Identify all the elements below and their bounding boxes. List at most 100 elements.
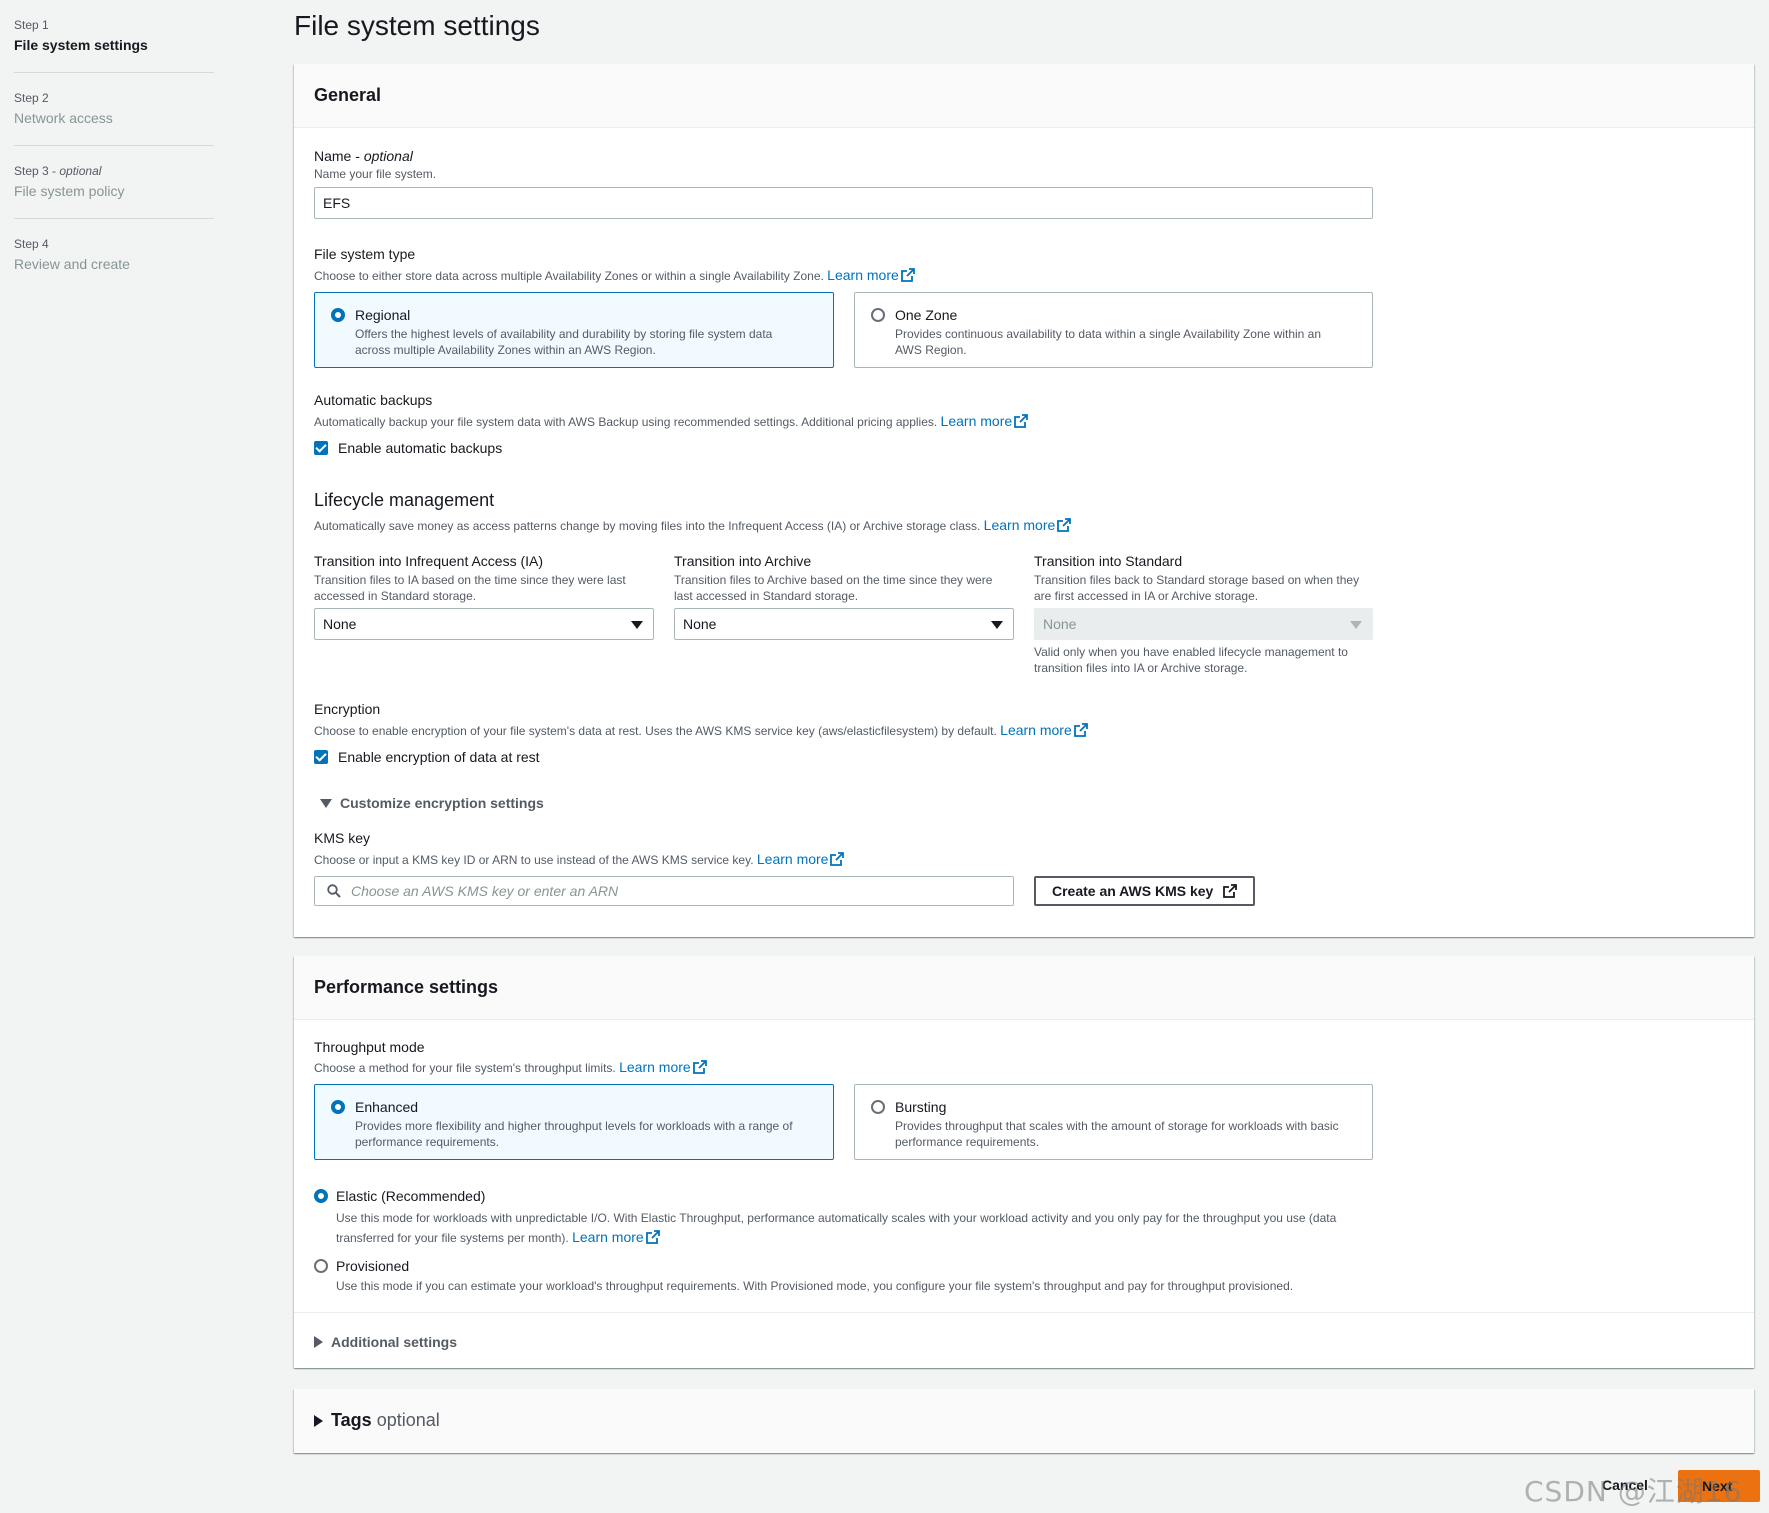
tile-description-line: performance requirements. (895, 1135, 1040, 1149)
learn-more-link[interactable]: Learn more (1000, 722, 1088, 738)
provisioned-description: Use this mode if you can estimate your w… (336, 1279, 1294, 1293)
step-number: Step 4 (14, 237, 49, 251)
file-system-type-regional-tile[interactable]: Regional Offers the highest levels of av… (314, 292, 834, 368)
external-link-icon (1223, 884, 1238, 898)
tile-title: Enhanced (355, 1099, 419, 1115)
step-title: Network access (14, 110, 113, 126)
step-number: Step 2 (14, 91, 49, 105)
wizard-navigation: Step 1 File system settings Step 2 Netwo… (14, 16, 214, 307)
enable-backups-checkbox[interactable] (314, 441, 328, 455)
elastic-label[interactable]: Elastic (Recommended) (336, 1186, 485, 1206)
throughput-enhanced-tile[interactable]: Enhanced Provides more flexibility and h… (314, 1084, 834, 1160)
kms-key-search-input[interactable]: Choose an AWS KMS key or enter an ARN (314, 876, 1014, 906)
select-value: None (1043, 616, 1077, 632)
lifecycle-description-text: Automatically save money as access patte… (314, 519, 981, 533)
tile-title: One Zone (895, 307, 958, 323)
nav-step-4[interactable]: Step 4 Review and create (14, 235, 214, 291)
caret-down-icon (320, 799, 332, 808)
transition-standard-select: None (1034, 608, 1373, 640)
learn-more-link[interactable]: Learn more (984, 517, 1072, 533)
learn-more-link[interactable]: Learn more (757, 851, 845, 867)
general-panel: General Name - optional Name your file s… (294, 64, 1754, 937)
learn-more-link[interactable]: Learn more (619, 1059, 707, 1075)
transition-ia-label: Transition into Infrequent Access (IA) (314, 553, 544, 569)
enable-encryption-checkbox[interactable] (314, 750, 328, 764)
throughput-mode-description-text: Choose a method for your file system's t… (314, 1061, 616, 1075)
caret-down-icon (991, 621, 1003, 629)
nav-step-1[interactable]: Step 1 File system settings (14, 16, 214, 73)
customize-encryption-toggle[interactable]: Customize encryption settings (320, 793, 544, 813)
provisioned-radio[interactable] (314, 1259, 328, 1273)
create-kms-key-button[interactable]: Create an AWS KMS key (1034, 876, 1256, 906)
tags-title: Tags (331, 1410, 372, 1430)
file-system-type-one-zone-tile[interactable]: One Zone Provides continuous availabilit… (854, 292, 1373, 368)
tile-description-line: Provides more flexibility and higher thr… (355, 1119, 793, 1133)
description-line: are first accessed in IA or Archive stor… (1034, 589, 1259, 603)
tile-description-line: AWS Region. (895, 343, 967, 357)
learn-more-text: Learn more (827, 267, 899, 283)
enable-encryption-label[interactable]: Enable encryption of data at rest (338, 747, 540, 767)
tile-description: Provides more flexibility and higher thr… (355, 1118, 819, 1150)
learn-more-text: Learn more (1000, 722, 1072, 738)
caret-down-icon (631, 621, 643, 629)
external-link-icon (692, 1060, 707, 1074)
divider (294, 1312, 1754, 1313)
external-link-icon (1057, 518, 1072, 532)
kms-key-description: Choose or input a KMS key ID or ARN to u… (314, 851, 845, 868)
nav-step-3[interactable]: Step 3 - optional File system policy (14, 162, 214, 219)
name-label-text: Name (314, 148, 352, 164)
external-link-icon (1014, 414, 1029, 428)
elastic-description: Use this mode for workloads with unpredi… (336, 1209, 1376, 1248)
additional-settings-label: Additional settings (331, 1334, 457, 1350)
external-link-icon (645, 1230, 660, 1244)
tile-description-line: Provides throughput that scales with the… (895, 1119, 1339, 1133)
learn-more-text: Learn more (940, 413, 1013, 429)
transition-archive-select[interactable]: None (674, 608, 1014, 640)
panel-header: General (294, 64, 1754, 128)
enable-backups-label[interactable]: Enable automatic backups (338, 438, 502, 458)
caret-down-icon (1350, 621, 1362, 629)
elastic-description-line: Use this mode for workloads with unpredi… (336, 1211, 1337, 1225)
additional-settings-toggle[interactable]: Additional settings (314, 1332, 457, 1352)
transition-standard-note: Valid only when you have enabled lifecyc… (1034, 644, 1348, 676)
learn-more-text: Learn more (983, 517, 1056, 533)
throughput-mode-label: Throughput mode (314, 1039, 425, 1055)
transition-ia-description: Transition files to IA based on the time… (314, 572, 626, 604)
nav-step-2[interactable]: Step 2 Network access (14, 89, 214, 146)
page-title: File system settings (294, 10, 540, 41)
name-label: Name - optional (314, 148, 413, 164)
name-description: Name your file system. (314, 167, 437, 181)
tile-description: Provides throughput that scales with the… (895, 1118, 1358, 1150)
encryption-label: Encryption (314, 701, 381, 717)
step-number: Step 1 (14, 18, 49, 32)
transition-standard-description: Transition files back to Standard storag… (1034, 572, 1359, 604)
panel-header: Performance settings (294, 956, 1754, 1020)
provisioned-label[interactable]: Provisioned (336, 1256, 409, 1276)
tags-toggle[interactable]: Tags optional (314, 1410, 440, 1431)
name-input[interactable]: EFS (314, 187, 1373, 219)
throughput-mode-description: Choose a method for your file system's t… (314, 1059, 707, 1076)
transition-ia-select[interactable]: None (314, 608, 654, 640)
kms-key-description-text: Choose or input a KMS key ID or ARN to u… (314, 853, 754, 867)
step-number: Step 3 - optional (14, 164, 102, 178)
step-title: File system settings (14, 37, 148, 53)
description-line: last accessed in Standard storage. (674, 589, 859, 603)
elastic-radio[interactable] (314, 1189, 328, 1203)
learn-more-link[interactable]: Learn more (827, 267, 915, 283)
encryption-description-text: Choose to enable encryption of your file… (314, 724, 997, 738)
select-value: None (323, 616, 357, 632)
learn-more-link[interactable]: Learn more (572, 1229, 660, 1245)
automatic-backups-description-text: Automatically backup your file system da… (314, 415, 938, 429)
throughput-bursting-tile[interactable]: Bursting Provides throughput that scales… (854, 1084, 1373, 1160)
learn-more-link[interactable]: Learn more (941, 413, 1029, 429)
lifecycle-description: Automatically save money as access patte… (314, 517, 1072, 534)
learn-more-text: Learn more (756, 851, 829, 867)
name-optional-text: optional (363, 148, 413, 164)
tags-panel[interactable]: Tags optional (294, 1389, 1754, 1453)
customize-encryption-label: Customize encryption settings (340, 795, 544, 811)
tags-optional: optional (376, 1410, 440, 1430)
file-system-type-description: Choose to either store data across multi… (314, 267, 915, 284)
external-link-icon (830, 852, 845, 866)
transition-archive-description: Transition files to Archive based on the… (674, 572, 992, 604)
select-value: None (683, 616, 717, 632)
